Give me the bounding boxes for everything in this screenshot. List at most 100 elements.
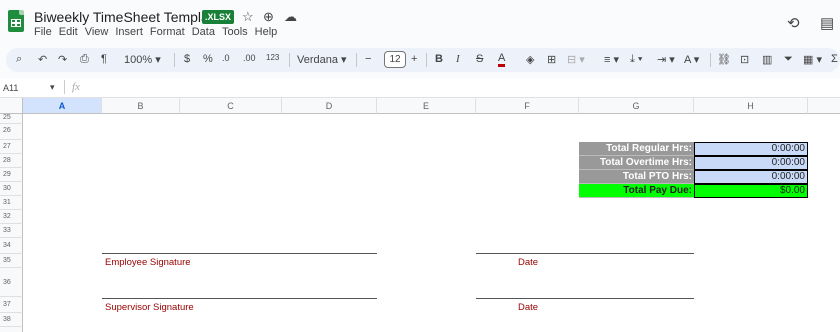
row-header[interactable]: 26 <box>0 124 23 140</box>
filter-icon[interactable]: ⏷ <box>784 53 793 66</box>
total-overtime-hrs-value[interactable]: 0:00:00 <box>694 156 808 170</box>
supervisor-signature-label: Supervisor Signature <box>105 302 194 313</box>
column-header-c[interactable]: C <box>180 98 282 114</box>
formula-bar: A11 ▾ fx <box>0 78 840 98</box>
borders-icon[interactable]: ⊞ <box>547 53 556 66</box>
zoom-value: 100% <box>124 54 153 66</box>
column-header-f[interactable]: F <box>476 98 579 114</box>
total-pay-due-value[interactable]: $0.00 <box>694 184 808 198</box>
row-header[interactable]: 25 <box>0 114 23 124</box>
column-header-a[interactable]: A <box>23 98 102 114</box>
decrease-decimal-button[interactable]: .0 <box>222 53 230 63</box>
star-icon[interactable]: ☆ <box>242 9 254 25</box>
move-folder-icon[interactable]: ⊕ <box>263 9 274 25</box>
redo-icon[interactable]: ↷ <box>58 53 67 66</box>
zoom-select[interactable]: 100% ▾ <box>124 53 161 66</box>
total-pto-hrs-label: Total PTO Hrs: <box>579 170 694 184</box>
file-type-badge: .XLSX <box>202 10 235 24</box>
select-all-corner[interactable] <box>0 98 23 114</box>
increase-decimal-button[interactable]: .00 <box>243 53 256 63</box>
merge-cells-icon[interactable]: ⊟ ▾ <box>567 53 585 66</box>
strikethrough-icon[interactable]: S <box>476 53 483 65</box>
menu-insert[interactable]: Insert <box>115 26 143 38</box>
increase-font-size-icon[interactable]: + <box>411 53 417 65</box>
menu-format[interactable]: Format <box>150 26 185 38</box>
text-color-icon[interactable]: A <box>498 53 506 67</box>
row-header[interactable]: 31 <box>0 196 23 210</box>
total-regular-hrs-label: Total Regular Hrs: <box>579 142 694 156</box>
menu-edit[interactable]: Edit <box>59 26 78 38</box>
menu-bar: File Edit View Insert Format Data Tools Help <box>34 26 284 38</box>
fill-color-icon[interactable]: ◈ <box>526 53 534 66</box>
column-header-d[interactable]: D <box>282 98 377 114</box>
row-header[interactable]: 37 <box>0 297 23 313</box>
insert-comment-icon[interactable]: ⊡ <box>740 53 749 66</box>
name-box[interactable]: A11 <box>3 83 18 93</box>
row-header[interactable]: 27 <box>0 140 23 154</box>
percent-button[interactable]: % <box>203 53 213 65</box>
total-pto-hrs-value[interactable]: 0:00:00 <box>694 170 808 184</box>
menu-file[interactable]: File <box>34 26 52 38</box>
print-icon[interactable]: ⎙ <box>80 53 89 66</box>
column-header-e[interactable]: E <box>377 98 476 114</box>
row-header[interactable]: 38 <box>0 313 23 327</box>
column-header-g[interactable]: G <box>579 98 694 114</box>
italic-icon[interactable]: I <box>456 53 460 65</box>
employee-signature-line <box>102 253 377 254</box>
insert-link-icon[interactable]: ⛓ <box>717 53 731 66</box>
paint-format-icon[interactable]: ¶ <box>101 53 107 65</box>
undo-icon[interactable]: ↶ <box>38 53 47 66</box>
column-header-b[interactable]: B <box>102 98 180 114</box>
text-wrapping-icon[interactable]: ⇥ ▾ <box>657 53 675 66</box>
toolbar: ⌕ ↶ ↷ ⎙ ¶ 100% ▾ $ % .0 .00 123 Verdana … <box>6 48 840 72</box>
filter-views-icon[interactable]: ▦ ▾ <box>803 53 822 66</box>
spreadsheet-grid[interactable]: A B C D E F G H 25 26 27 28 29 30 31 32 … <box>0 98 840 332</box>
employee-signature-label: Employee Signature <box>105 257 191 268</box>
row-header[interactable]: 33 <box>0 224 23 238</box>
menu-help[interactable]: Help <box>255 26 278 38</box>
search-menus-icon[interactable]: ⌕ <box>16 53 22 66</box>
row-header[interactable] <box>0 327 23 332</box>
functions-icon[interactable]: Σ <box>831 53 838 65</box>
sheets-logo-icon[interactable] <box>8 10 24 32</box>
vertical-align-icon[interactable]: ⤓ ▾ <box>630 53 643 66</box>
row-header[interactable]: 36 <box>0 268 23 297</box>
toolbar-divider <box>356 53 357 67</box>
row-header[interactable]: 29 <box>0 168 23 182</box>
document-title[interactable]: Biweekly TimeSheet Template <box>34 9 221 25</box>
font-name: Verdana <box>297 54 338 66</box>
currency-button[interactable]: $ <box>184 53 190 65</box>
menu-data[interactable]: Data <box>192 26 215 38</box>
comments-icon[interactable]: ▤ <box>820 14 834 32</box>
horizontal-align-icon[interactable]: ≡ ▾ <box>604 53 619 66</box>
total-overtime-hrs-label: Total Overtime Hrs: <box>579 156 694 170</box>
total-regular-hrs-value[interactable]: 0:00:00 <box>694 142 808 156</box>
supervisor-signature-line <box>102 298 377 299</box>
employee-date-label: Date <box>518 257 539 268</box>
toolbar-divider <box>426 53 427 67</box>
decrease-font-size-icon[interactable]: − <box>365 53 371 65</box>
row-header[interactable]: 30 <box>0 182 23 196</box>
toolbar-divider <box>710 53 711 67</box>
column-header-i[interactable] <box>808 98 840 114</box>
number-format-button[interactable]: 123 <box>266 53 279 62</box>
cloud-status-icon[interactable]: ☁ <box>284 9 297 25</box>
supervisor-date-line <box>476 298 694 299</box>
toolbar-divider <box>289 53 290 67</box>
row-header[interactable]: 34 <box>0 238 23 254</box>
row-header[interactable]: 35 <box>0 254 23 268</box>
column-header-h[interactable]: H <box>694 98 808 114</box>
font-size-input[interactable]: 12 <box>384 51 406 68</box>
row-header[interactable]: 28 <box>0 154 23 168</box>
version-history-icon[interactable]: ⟲ <box>787 14 800 32</box>
name-box-dropdown-icon[interactable]: ▾ <box>50 82 55 93</box>
menu-tools[interactable]: Tools <box>222 26 248 38</box>
menu-view[interactable]: View <box>85 26 109 38</box>
row-header[interactable]: 32 <box>0 210 23 224</box>
font-select[interactable]: Verdana ▾ <box>297 53 347 66</box>
insert-chart-icon[interactable]: ▥ <box>762 53 772 66</box>
bold-icon[interactable]: B <box>435 53 443 65</box>
title-bar: Biweekly TimeSheet Template .XLSX ☆ ⊕ ☁ … <box>0 0 840 44</box>
employee-date-line <box>476 253 694 254</box>
text-rotation-icon[interactable]: A ▾ <box>684 53 699 66</box>
